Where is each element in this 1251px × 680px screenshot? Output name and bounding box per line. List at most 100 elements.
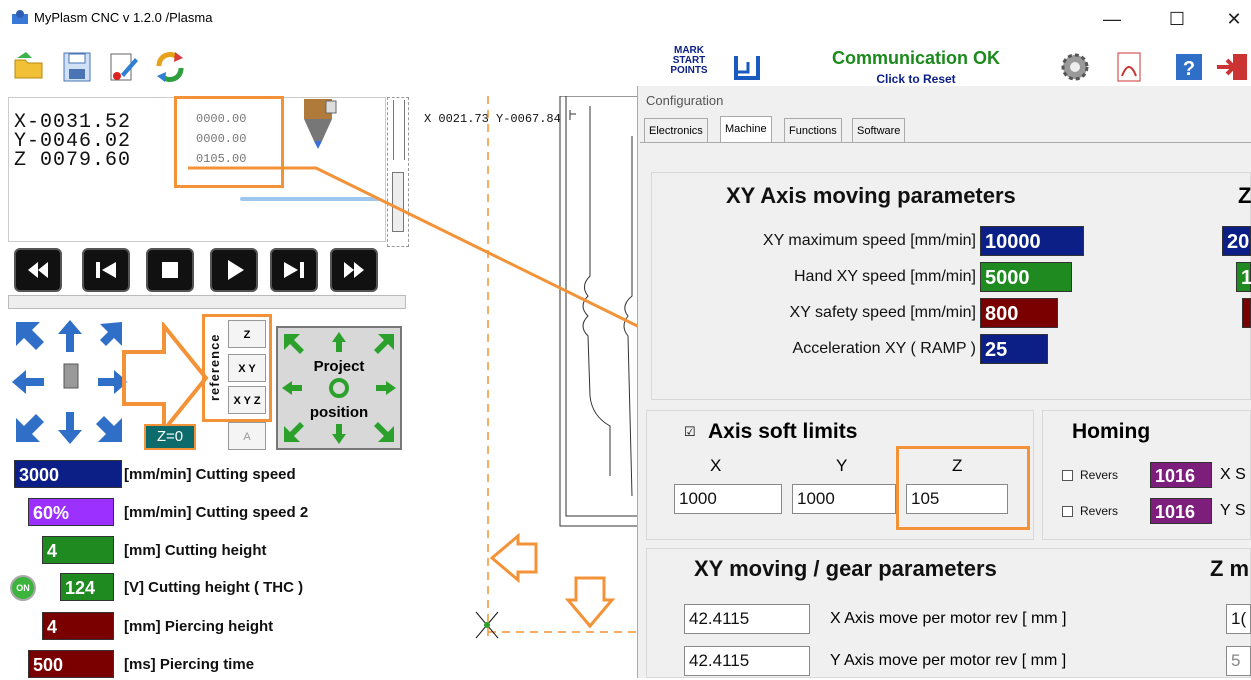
soft-limit-x-input[interactable]: 1000	[674, 484, 782, 514]
homing-x-partial: X S	[1220, 466, 1246, 483]
edit-document-icon[interactable]	[107, 50, 141, 84]
z-axis-title-partial: Z	[1238, 183, 1251, 208]
exit-icon[interactable]	[1215, 50, 1249, 84]
z-max-speed-partial[interactable]: 20	[1222, 226, 1251, 256]
acceleration-xy-value[interactable]: 25	[980, 334, 1048, 364]
svg-text:?: ?	[1183, 58, 1195, 80]
y-axis-move-label: Y Axis move per motor rev [ mm ]	[830, 652, 1067, 669]
jog-down-right-icon	[96, 416, 122, 442]
dro-progress	[240, 197, 380, 201]
communication-status[interactable]: Communication OK	[806, 48, 1026, 69]
jog-up-icon	[58, 320, 82, 352]
y-axis-move-input[interactable]: 42.4115	[684, 646, 810, 676]
toolpath-drawing	[475, 96, 638, 639]
z-gear-title-partial: Z m	[1210, 556, 1250, 581]
project-position-button[interactable]: Project position	[276, 326, 402, 450]
cutting-speed-2-label: [mm/min] Cutting speed 2	[124, 504, 309, 521]
step-forward-button[interactable]	[270, 248, 318, 292]
close-button[interactable]: ✕	[1214, 4, 1251, 34]
pdf-icon[interactable]	[1112, 50, 1146, 84]
torch-center-icon	[63, 363, 79, 389]
z-safety-speed-partial[interactable]	[1242, 298, 1251, 328]
z-hand-speed-partial[interactable]: 1	[1236, 262, 1251, 292]
stop-icon	[162, 262, 178, 278]
cutting-speed-label: [mm/min] Cutting speed	[124, 466, 296, 483]
fast-forward-icon	[344, 262, 364, 278]
thc-value[interactable]: 124	[60, 573, 114, 601]
jog-up-right-icon	[100, 322, 122, 346]
annotation-arrow-right	[122, 322, 209, 434]
refresh-icon[interactable]	[153, 50, 187, 84]
tab-functions[interactable]: Functions	[784, 118, 842, 142]
slider-track	[393, 100, 405, 160]
play-button[interactable]	[210, 248, 258, 292]
rewind-button[interactable]	[14, 248, 62, 292]
homing-x-value[interactable]: 1016	[1150, 462, 1212, 488]
jog-down-icon	[58, 412, 82, 444]
jog-up-left-icon	[16, 322, 44, 350]
reference-xy-button[interactable]: X Y	[228, 354, 266, 382]
reference-xyz-button[interactable]: X Y Z	[228, 386, 266, 414]
x-axis-move-input[interactable]: 42.4115	[684, 604, 810, 634]
xy-safety-speed-value[interactable]: 800	[980, 298, 1058, 328]
revers-x-checkbox[interactable]	[1062, 470, 1073, 481]
reference-a-button[interactable]: A	[228, 422, 266, 450]
thc-label: [V] Cutting height ( THC )	[124, 579, 304, 596]
job-progress-bar	[8, 295, 406, 309]
piercing-height-value[interactable]: 4	[42, 612, 114, 640]
acceleration-xy-label: Acceleration XY ( RAMP )	[792, 340, 976, 357]
click-to-reset[interactable]: Click to Reset	[806, 72, 1026, 86]
xy-axis-title: XY Axis moving parameters	[726, 183, 1016, 208]
jog-down-left-icon	[16, 414, 44, 442]
z-limit-highlight	[896, 446, 1030, 530]
tab-software[interactable]: Software	[852, 118, 906, 142]
mark-start-points-button[interactable]: MARK START POINTS	[667, 46, 711, 76]
revers-y-label: Revers	[1080, 504, 1119, 518]
play-icon	[228, 260, 244, 280]
hand-xy-speed-value[interactable]: 5000	[980, 262, 1072, 292]
gear-icon[interactable]	[1058, 50, 1092, 84]
revers-y-checkbox[interactable]	[1062, 506, 1073, 517]
cutting-speed-2-value[interactable]: 60%	[28, 498, 114, 526]
xy-max-speed-value[interactable]: 10000	[980, 226, 1084, 256]
xy-max-speed-label: XY maximum speed [mm/min]	[762, 232, 976, 249]
jog-left-icon	[12, 370, 44, 394]
thc-toggle[interactable]: ON	[10, 575, 36, 601]
fast-forward-button[interactable]	[330, 248, 378, 292]
reference-label: reference	[207, 333, 222, 401]
homing-y-value[interactable]: 1016	[1150, 498, 1212, 524]
z-zero-button[interactable]: Z=0	[144, 424, 196, 450]
z-axis-move-partial[interactable]: 1(	[1226, 604, 1251, 634]
step-forward-icon	[284, 262, 304, 278]
rewind-icon	[28, 262, 48, 278]
soft-limits-title: Axis soft limits	[708, 420, 858, 443]
revers-x-label: Revers	[1080, 468, 1119, 482]
piercing-time-value[interactable]: 500	[28, 650, 114, 678]
torch-icon	[304, 99, 337, 149]
project-label: Project	[313, 358, 365, 375]
position-label: position	[309, 404, 369, 421]
tab-electronics[interactable]: Electronics	[644, 118, 708, 142]
tab-machine[interactable]: Machine	[720, 116, 772, 142]
reference-z-button[interactable]: Z	[228, 320, 266, 348]
minimize-button[interactable]: —	[1092, 4, 1132, 34]
points-label: POINTS	[670, 65, 708, 76]
cutting-speed-value[interactable]: 3000	[14, 460, 122, 488]
maximize-button[interactable]: ☐	[1157, 4, 1197, 34]
open-folder-icon[interactable]	[12, 50, 46, 84]
soft-limit-y-input[interactable]: 1000	[792, 484, 896, 514]
stop-button[interactable]	[146, 248, 194, 292]
cutting-height-value[interactable]: 4	[42, 536, 114, 564]
help-icon[interactable]: ?	[1172, 50, 1206, 84]
x-axis-move-label: X Axis move per motor rev [ mm ]	[830, 610, 1067, 627]
slider-thumb[interactable]	[392, 172, 404, 232]
homing-title: Homing	[1072, 420, 1151, 443]
configuration-title: Configuration	[646, 93, 724, 108]
z-axis-move-partial-2[interactable]: 5	[1226, 646, 1251, 676]
soft-limit-x-header: X	[710, 456, 722, 475]
return-arrow-icon[interactable]	[730, 50, 764, 84]
step-back-button[interactable]	[82, 248, 130, 292]
save-icon[interactable]	[60, 50, 94, 84]
soft-limits-checkbox[interactable]: ☑	[684, 424, 696, 440]
piercing-time-label: [ms] Piercing time	[124, 656, 255, 673]
